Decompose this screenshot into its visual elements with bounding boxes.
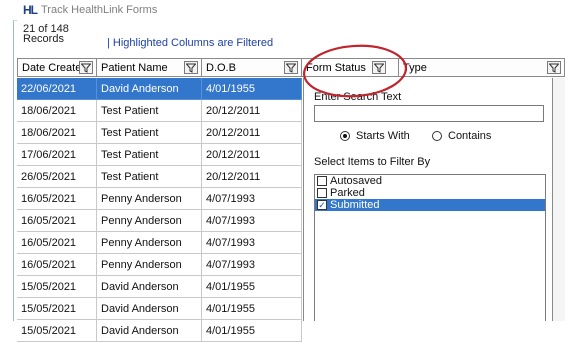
filter-icon[interactable]: [79, 61, 93, 74]
date-cell[interactable]: 15/05/2021: [17, 320, 97, 342]
contains-label: Contains: [448, 130, 492, 142]
dob-cell[interactable]: 4/07/1993: [202, 254, 302, 276]
dob-cell[interactable]: 20/12/2011: [202, 100, 302, 122]
table-row[interactable]: 16/05/2021 Penny Anderson 4/07/1993: [17, 254, 302, 276]
filter-icon[interactable]: [547, 61, 561, 74]
checkbox-checked-icon[interactable]: ✓: [317, 200, 327, 210]
patient-name-cell[interactable]: Penny Anderson: [97, 188, 202, 210]
patient-name-cell[interactable]: Test Patient: [97, 100, 202, 122]
patient-name-cell[interactable]: David Anderson: [97, 298, 202, 320]
date-cell[interactable]: 22/06/2021: [17, 78, 97, 100]
patient-name-cell[interactable]: Penny Anderson: [97, 232, 202, 254]
checkbox-icon[interactable]: [317, 176, 327, 186]
date-cell[interactable]: 16/05/2021: [17, 188, 97, 210]
checkbox-icon[interactable]: [317, 188, 327, 198]
filter-item-label: Submitted: [330, 199, 380, 211]
date-cell[interactable]: 17/06/2021: [17, 144, 97, 166]
column-header-dob[interactable]: D.O.B: [202, 58, 302, 77]
filter-item[interactable]: Parked: [315, 187, 545, 199]
dob-cell[interactable]: 20/12/2011: [202, 166, 302, 188]
dob-cell[interactable]: 20/12/2011: [202, 144, 302, 166]
patient-name-cell[interactable]: Test Patient: [97, 144, 202, 166]
patient-name-cell[interactable]: Penny Anderson: [97, 254, 202, 276]
patient-name-cell[interactable]: Penny Anderson: [97, 210, 202, 232]
filter-item[interactable]: Autosaved: [315, 175, 545, 187]
table-row[interactable]: 22/06/2021 David Anderson 4/01/1955: [17, 78, 302, 100]
filter-icon[interactable]: [184, 61, 198, 74]
column-header-type[interactable]: Type: [399, 58, 565, 77]
filter-item-label: Parked: [330, 187, 365, 199]
filter-item-label: Autosaved: [330, 175, 382, 187]
patient-name-cell[interactable]: Test Patient: [97, 122, 202, 144]
column-label: Form Status: [306, 61, 366, 74]
date-cell[interactable]: 16/05/2021: [17, 210, 97, 232]
dob-cell[interactable]: 4/01/1955: [202, 320, 302, 342]
filter-items-list: Autosaved Parked ✓ Submitted: [314, 174, 546, 321]
table-row[interactable]: 16/05/2021 Penny Anderson 4/07/1993: [17, 210, 302, 232]
table-row[interactable]: 15/05/2021 David Anderson 4/01/1955: [17, 276, 302, 298]
dob-cell[interactable]: 4/07/1993: [202, 210, 302, 232]
window-title: Track HealthLink Forms: [41, 4, 158, 16]
column-header-form-status[interactable]: Form Status: [302, 58, 399, 77]
patient-name-cell[interactable]: David Anderson: [97, 78, 202, 100]
patient-name-cell[interactable]: David Anderson: [97, 276, 202, 298]
search-text-input[interactable]: [314, 105, 544, 122]
table-row[interactable]: 16/05/2021 Penny Anderson 4/07/1993: [17, 232, 302, 254]
column-header-patient-name[interactable]: Patient Name: [97, 58, 202, 77]
dob-cell[interactable]: 4/01/1955: [202, 78, 302, 100]
right-scroll-edge: [553, 78, 565, 321]
patient-name-cell[interactable]: Test Patient: [97, 166, 202, 188]
date-cell[interactable]: 16/05/2021: [17, 254, 97, 276]
starts-with-option[interactable]: Starts With: [340, 130, 410, 142]
table-row[interactable]: 17/06/2021 Test Patient 20/12/2011: [17, 144, 302, 166]
starts-with-label: Starts With: [356, 130, 410, 142]
dob-cell[interactable]: 4/01/1955: [202, 276, 302, 298]
track-forms-window: HL Track HealthLink Forms 21 of 148 Reco…: [0, 0, 565, 342]
window-frame: [13, 0, 14, 321]
column-label: Date Created: [22, 61, 88, 74]
column-label: D.O.B: [206, 61, 236, 74]
dob-cell[interactable]: 4/01/1955: [202, 298, 302, 320]
filter-icon[interactable]: [372, 61, 386, 74]
radio-button[interactable]: [340, 131, 350, 141]
radio-button[interactable]: [432, 131, 442, 141]
healthlink-logo: HL: [23, 3, 38, 17]
title-bar: HL Track HealthLink Forms: [13, 0, 565, 21]
column-label: Patient Name: [101, 61, 168, 74]
grid-header: Date Created Patient Name D.O.B Form Sta…: [17, 58, 565, 78]
filtered-note: | Highlighted Columns are Filtered: [107, 37, 274, 49]
table-row[interactable]: 18/06/2021 Test Patient 20/12/2011: [17, 122, 302, 144]
date-cell[interactable]: 26/05/2021: [17, 166, 97, 188]
table-row[interactable]: 26/05/2021 Test Patient 20/12/2011: [17, 166, 302, 188]
info-bar: 21 of 148 Records | Highlighted Columns …: [17, 20, 565, 58]
filter-icon[interactable]: [284, 61, 298, 74]
search-text-label: Enter Search Text: [314, 91, 402, 103]
column-label: Type: [403, 61, 427, 74]
records-count: 21 of 148 Records: [23, 23, 69, 45]
dob-cell[interactable]: 4/07/1993: [202, 188, 302, 210]
dob-cell[interactable]: 20/12/2011: [202, 122, 302, 144]
date-cell[interactable]: 15/05/2021: [17, 276, 97, 298]
date-cell[interactable]: 18/06/2021: [17, 122, 97, 144]
column-header-date-created[interactable]: Date Created: [17, 58, 97, 77]
filter-dropdown-panel: Enter Search Text Starts With Contains S…: [303, 78, 553, 321]
contains-option[interactable]: Contains: [432, 130, 491, 142]
patient-name-cell[interactable]: David Anderson: [97, 320, 202, 342]
date-cell[interactable]: 15/05/2021: [17, 298, 97, 320]
date-cell[interactable]: 18/06/2021: [17, 100, 97, 122]
filter-item[interactable]: ✓ Submitted: [315, 199, 545, 211]
table-row[interactable]: 15/05/2021 David Anderson 4/01/1955: [17, 298, 302, 320]
filter-by-label: Select Items to Filter By: [314, 156, 431, 168]
dob-cell[interactable]: 4/07/1993: [202, 232, 302, 254]
table-row[interactable]: 16/05/2021 Penny Anderson 4/07/1993: [17, 188, 302, 210]
forms-table: 22/06/2021 David Anderson 4/01/1955 18/06/2…: [17, 78, 302, 342]
table-row[interactable]: 18/06/2021 Test Patient 20/12/2011: [17, 100, 302, 122]
date-cell[interactable]: 16/05/2021: [17, 232, 97, 254]
table-row[interactable]: 15/05/2021 David Anderson 4/01/1955: [17, 320, 302, 342]
